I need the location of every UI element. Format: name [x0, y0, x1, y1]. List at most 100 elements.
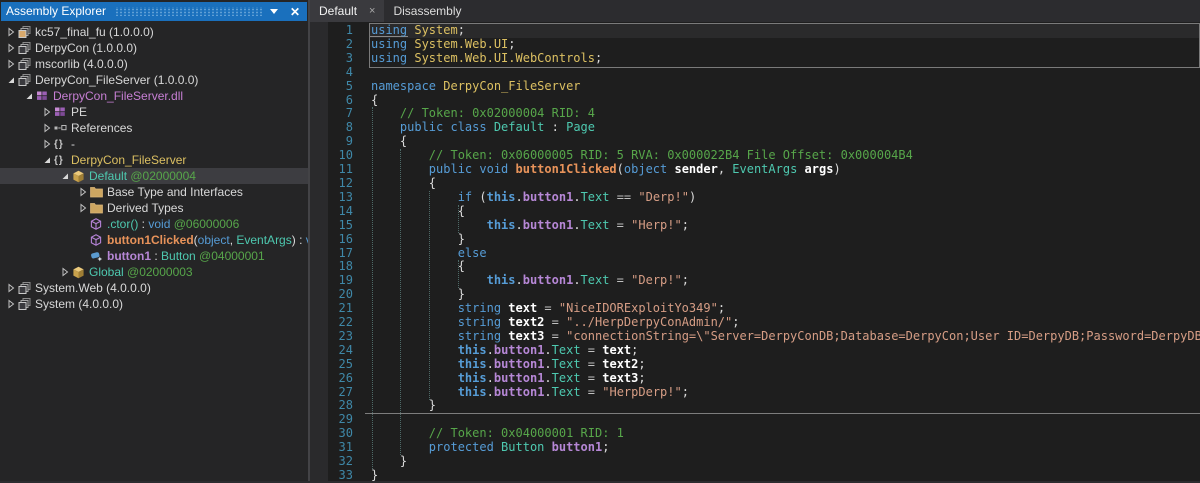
- code-line[interactable]: 17 else: [328, 247, 1200, 261]
- tree-item-button1-field[interactable]: button1 : Button @04000001: [0, 248, 308, 264]
- tree-item-system-web[interactable]: System.Web (4.0.0.0): [0, 280, 308, 296]
- code-line[interactable]: 21 string text = "NiceIDORExploitYo349";: [328, 302, 1200, 316]
- tree-item-label: DerpyCon_FileServer: [71, 153, 186, 167]
- tree-item-references[interactable]: References: [0, 120, 308, 136]
- collapse-arrow-icon[interactable]: [58, 171, 72, 181]
- code-line[interactable]: 11 public void button1Clicked(object sen…: [328, 163, 1200, 177]
- code-line[interactable]: 29: [328, 413, 1200, 427]
- tree-item-base-type-and-interfaces[interactable]: Base Type and Interfaces: [0, 184, 308, 200]
- tree-item-namespace-empty[interactable]: {}-: [0, 136, 308, 152]
- tree-item-derpycon-fileserver-assembly[interactable]: DerpyCon_FileServer (1.0.0.0): [0, 72, 308, 88]
- tree-item-system[interactable]: System (4.0.0.0): [0, 296, 308, 312]
- expand-arrow-icon[interactable]: [40, 123, 54, 133]
- code-text: using System.Web.UI;: [362, 38, 516, 52]
- dnspy-window: { "colors":{ "titlebar_bg":"#1a70bd","ti…: [0, 0, 1200, 481]
- code-line[interactable]: 19 this.button1.Text = "Derp!";: [328, 274, 1200, 288]
- code-line[interactable]: 9 {: [328, 135, 1200, 149]
- tree-item-label: Default @02000004: [89, 169, 196, 183]
- tree-item-button1clicked-method[interactable]: button1Clicked(object, EventArgs) : void: [0, 232, 308, 248]
- collapse-arrow-icon[interactable]: [22, 91, 36, 101]
- field-icon: [90, 250, 107, 262]
- code-line[interactable]: 24 this.button1.Text = text;: [328, 344, 1200, 358]
- tab-close-icon[interactable]: ×: [369, 5, 375, 17]
- tree-item-label: System.Web (4.0.0.0): [35, 281, 151, 295]
- code-line[interactable]: 7 // Token: 0x02000004 RID: 4: [328, 107, 1200, 121]
- code-text: {: [362, 177, 436, 191]
- expand-arrow-icon[interactable]: [40, 107, 54, 117]
- expand-arrow-icon[interactable]: [4, 43, 18, 53]
- expand-arrow-icon[interactable]: [76, 203, 90, 213]
- expand-arrow-icon[interactable]: [76, 187, 90, 197]
- code-text: using System;: [362, 24, 465, 38]
- assembly-icon: [18, 282, 35, 295]
- code-text: {: [362, 260, 465, 274]
- code-line[interactable]: 5namespace DerpyCon_FileServer: [328, 80, 1200, 94]
- caret-down-icon[interactable]: [270, 9, 278, 14]
- tree-item-label: Global @02000003: [89, 265, 193, 279]
- tab-disassembly[interactable]: Disassembly: [384, 0, 470, 22]
- code-line[interactable]: 16 }: [328, 233, 1200, 247]
- expand-arrow-icon[interactable]: [4, 283, 18, 293]
- code-line[interactable]: 2using System.Web.UI;: [328, 38, 1200, 52]
- tree-item-class-default[interactable]: Default @02000004: [0, 168, 308, 184]
- code-line[interactable]: 32 }: [328, 455, 1200, 469]
- titlebar-grip-pattern: [115, 7, 263, 16]
- assembly-icon: [18, 74, 35, 87]
- code-line[interactable]: 10 // Token: 0x06000005 RID: 5 RVA: 0x00…: [328, 149, 1200, 163]
- expand-arrow-icon[interactable]: [4, 299, 18, 309]
- expand-arrow-icon[interactable]: [40, 139, 54, 149]
- expand-arrow-icon[interactable]: [4, 27, 18, 37]
- code-line[interactable]: 30 // Token: 0x04000001 RID: 1: [328, 427, 1200, 441]
- code-line[interactable]: 26 this.button1.Text = text3;: [328, 372, 1200, 386]
- line-number: 1: [328, 24, 362, 38]
- expand-arrow-icon[interactable]: [4, 59, 18, 69]
- code-text: this.button1.Text = text3;: [362, 372, 646, 386]
- code-line[interactable]: 15 this.button1.Text = "Herp!";: [328, 219, 1200, 233]
- code-text: if (this.button1.Text == "Derp!"): [362, 191, 696, 205]
- code-line[interactable]: 1using System;: [328, 24, 1200, 38]
- line-number: 8: [328, 121, 362, 135]
- tree-item-derpycon-fileserver-dll[interactable]: DerpyCon_FileServer.dll: [0, 88, 308, 104]
- collapse-arrow-icon[interactable]: [4, 75, 18, 85]
- line-number: 18: [328, 260, 362, 274]
- line-number: 26: [328, 372, 362, 386]
- code-line[interactable]: 4: [328, 66, 1200, 80]
- code-line[interactable]: 27 this.button1.Text = "HerpDerp!";: [328, 386, 1200, 400]
- code-text: [362, 66, 371, 80]
- code-line[interactable]: 20 }: [328, 288, 1200, 302]
- glyph-margin: [310, 22, 328, 481]
- code-line[interactable]: 31 protected Button button1;: [328, 441, 1200, 455]
- tree-item-ctor-method[interactable]: .ctor() : void @06000006: [0, 216, 308, 232]
- folder-icon: [90, 202, 107, 214]
- code-line[interactable]: 18 {: [328, 260, 1200, 274]
- code-editor[interactable]: 1using System;2using System.Web.UI;3usin…: [310, 22, 1200, 481]
- tab-default[interactable]: Default ×: [310, 0, 384, 22]
- code-line[interactable]: 22 string text2 = "../HerpDerpyConAdmin/…: [328, 316, 1200, 330]
- line-number: 22: [328, 316, 362, 330]
- code-line[interactable]: 13 if (this.button1.Text == "Derp!"): [328, 191, 1200, 205]
- tree-item-derived-types[interactable]: Derived Types: [0, 200, 308, 216]
- code-line[interactable]: 3using System.Web.UI.WebControls;: [328, 52, 1200, 66]
- tree-item-derpycon[interactable]: DerpyCon (1.0.0.0): [0, 40, 308, 56]
- tree-item-kc57-final-fu[interactable]: kc57_final_fu (1.0.0.0): [0, 24, 308, 40]
- expand-arrow-icon[interactable]: [58, 267, 72, 277]
- code-line[interactable]: 8 public class Default : Page: [328, 121, 1200, 135]
- close-icon[interactable]: ✕: [290, 5, 300, 19]
- code-line[interactable]: 12 {: [328, 177, 1200, 191]
- code-line[interactable]: 28 }: [328, 399, 1200, 413]
- code-line[interactable]: 25 this.button1.Text = text2;: [328, 358, 1200, 372]
- code-line[interactable]: 6{: [328, 94, 1200, 108]
- tree-item-mscorlib[interactable]: mscorlib (4.0.0.0): [0, 56, 308, 72]
- module-icon: [36, 90, 53, 102]
- tree-item-pe[interactable]: PE: [0, 104, 308, 120]
- code-line[interactable]: 14 {: [328, 205, 1200, 219]
- tree-item-namespace-derpycon-fileserver[interactable]: {}DerpyCon_FileServer: [0, 152, 308, 168]
- line-number: 12: [328, 177, 362, 191]
- code-text: [362, 413, 371, 427]
- tab-label: Default: [319, 4, 357, 18]
- line-number: 24: [328, 344, 362, 358]
- collapse-arrow-icon[interactable]: [40, 155, 54, 165]
- code-line[interactable]: 23 string text3 = "connectionString=\"Se…: [328, 330, 1200, 344]
- tree-item-label: References: [71, 121, 132, 135]
- tree-item-class-global[interactable]: Global @02000003: [0, 264, 308, 280]
